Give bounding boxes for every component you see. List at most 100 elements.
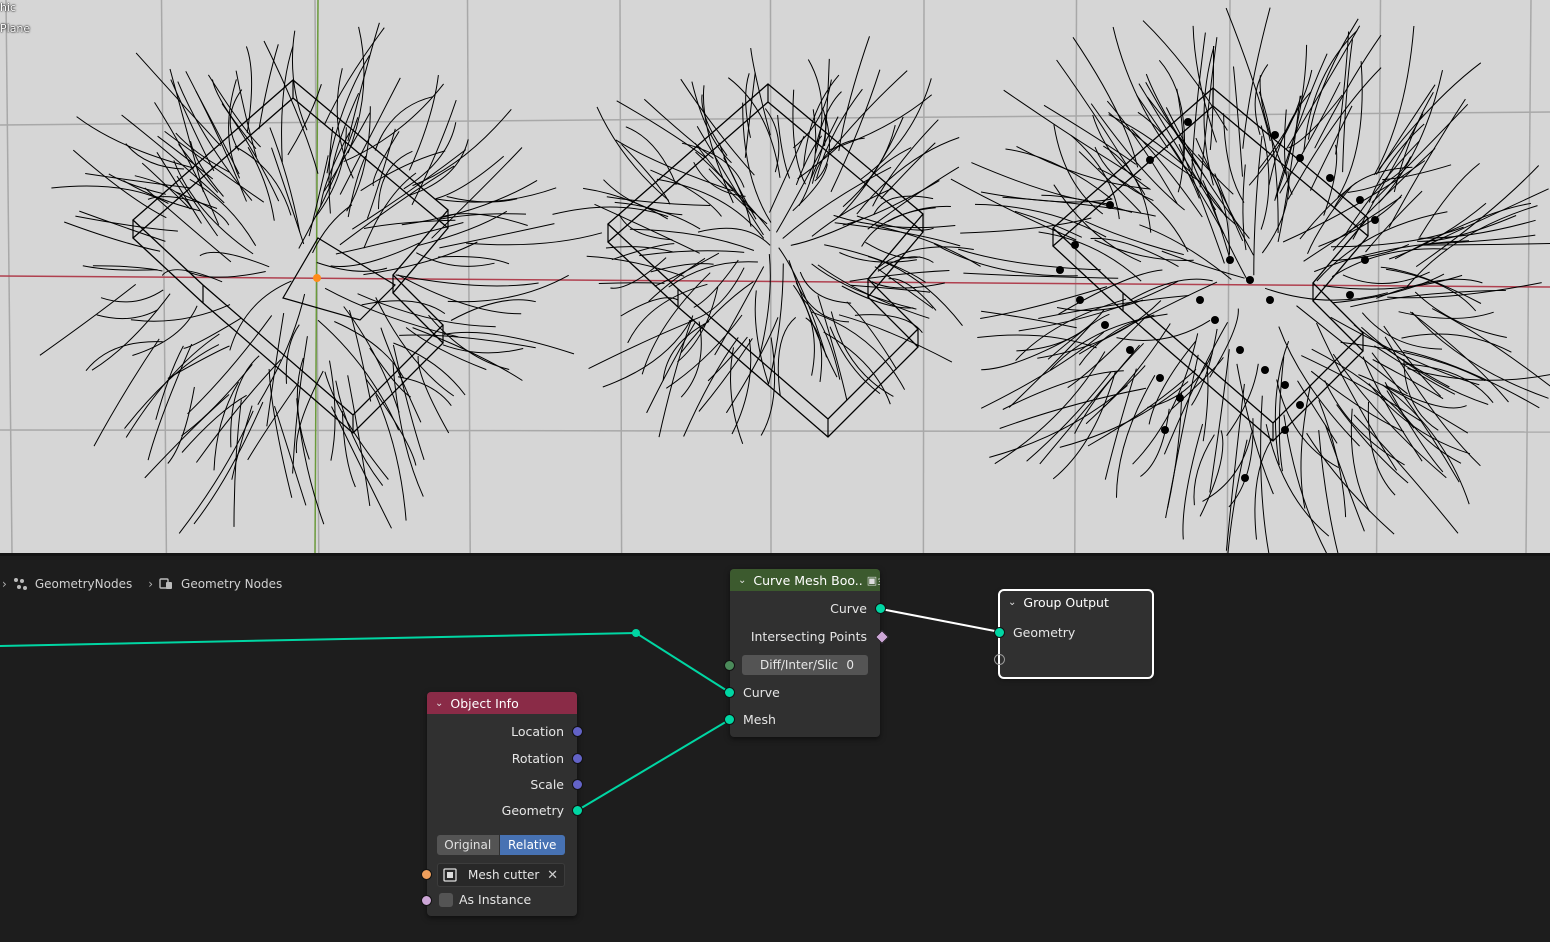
chevron-down-icon[interactable]: ⌄ [738, 575, 746, 586]
input-socket-mesh[interactable] [724, 714, 735, 725]
hair-curve [586, 255, 685, 277]
breadcrumb-item-modifier[interactable]: GeometryNodes [13, 577, 132, 591]
hair-curve [693, 259, 739, 308]
geometry-node-editor[interactable]: › GeometryNodes › Geometry Nodes ⌄ Curve… [0, 556, 1550, 942]
hair-curve [1287, 67, 1382, 200]
hair-curve [1394, 202, 1532, 260]
reroute-node[interactable] [632, 629, 640, 637]
hair-curve [401, 179, 538, 226]
field-value: 0 [846, 658, 854, 672]
output-socket-curve[interactable] [875, 603, 886, 614]
output-socket-location[interactable] [572, 726, 583, 737]
hair-curve [1337, 61, 1363, 199]
input-socket-empty[interactable] [994, 654, 1005, 665]
node-header[interactable]: ⌄ Object Info [427, 692, 577, 714]
hair-curve [199, 251, 270, 268]
hair-curve [1202, 362, 1209, 442]
output-socket-scale[interactable] [572, 779, 583, 790]
output-socket-geometry[interactable] [572, 805, 583, 816]
chevron-right-icon: › [2, 577, 7, 591]
hair-curve [731, 339, 752, 435]
close-icon[interactable]: ✕ [547, 868, 558, 883]
input-socket-geometry[interactable] [994, 627, 1005, 638]
socket-label: Geometry [501, 802, 564, 818]
input-socket-object[interactable] [421, 869, 432, 880]
intersection-point [1241, 474, 1249, 482]
hair-curve [431, 147, 523, 239]
hair-curve [1047, 313, 1110, 360]
group-output-node[interactable]: ⌄ Group Output Geometry [994, 589, 1154, 679]
grid-line [466, 0, 471, 553]
intersection-point [1196, 296, 1204, 304]
3d-viewport[interactable]: hic Plane [0, 0, 1550, 553]
hair-curve [1112, 26, 1169, 149]
hair-curve [347, 375, 371, 506]
breadcrumb: › GeometryNodes › Geometry Nodes [0, 577, 296, 591]
node-header[interactable]: ⌄ Curve Mesh Boo.. ▣ 3 [730, 569, 880, 591]
object-picker-field[interactable]: Mesh cutter ✕ [437, 863, 565, 887]
hair-curve [648, 257, 706, 302]
viewport-canvas[interactable] [0, 0, 1550, 553]
intersection-point [1106, 201, 1114, 209]
hair-curve [1324, 424, 1365, 532]
object-picker-value: Mesh cutter [468, 868, 540, 882]
hair-curve [1260, 125, 1270, 230]
hair-curve [323, 27, 385, 126]
intersection-point [1211, 316, 1219, 324]
hair-curve [1323, 274, 1463, 290]
node-header[interactable]: ⌄ Group Output [1000, 591, 1152, 613]
output-curve: Curve [730, 598, 880, 618]
intersection-point [1281, 426, 1289, 434]
object-info-node[interactable]: ⌄ Object Info Location Rotation Scale Ge… [421, 692, 583, 916]
hair-curve [1104, 368, 1137, 480]
option-original[interactable]: Original [437, 835, 499, 855]
output-socket-rotation[interactable] [572, 753, 583, 764]
intersection-point [1296, 401, 1304, 409]
hair-curve [842, 124, 896, 208]
mode-int-field[interactable]: Diff/Inter/Slic 0 [742, 655, 868, 675]
chevron-down-icon[interactable]: ⌄ [435, 698, 443, 709]
option-relative[interactable]: Relative [499, 835, 565, 855]
hair-curve [1016, 145, 1150, 190]
socket-label: Curve [830, 600, 867, 616]
hair-curve [258, 44, 279, 130]
hair-curve [374, 96, 433, 151]
input-socket-mode[interactable] [724, 660, 735, 671]
hair-curve [1140, 408, 1170, 477]
socket-label: Scale [530, 776, 564, 792]
node-group-icon: ▣ [866, 573, 878, 587]
hair-curve [296, 357, 310, 460]
hair-curve [366, 128, 396, 219]
hair-curve [1199, 430, 1224, 517]
grid-line [1074, 0, 1078, 553]
hair-curve [829, 326, 881, 395]
output-geometry: Geometry [427, 800, 577, 820]
as-instance-checkbox-row[interactable]: As Instance [439, 892, 531, 907]
hair-curve [186, 270, 266, 278]
breadcrumb-item-node-tree[interactable]: Geometry Nodes [159, 577, 282, 591]
curve-mesh-boolean-node[interactable]: ⌄ Curve Mesh Boo.. ▣ 3 Curve Intersectin… [724, 569, 890, 737]
hair-curve [989, 385, 1128, 458]
input-socket-as-instance[interactable] [421, 895, 432, 906]
hair-curve [1165, 107, 1250, 239]
hair-curve [816, 88, 863, 179]
transform-space-toggle[interactable]: Original Relative [437, 835, 565, 855]
grid-line [0, 429, 1550, 433]
hair-curve [343, 83, 444, 163]
chevron-down-icon[interactable]: ⌄ [1008, 597, 1016, 608]
hair-curve [828, 94, 933, 151]
hair-curve [810, 311, 906, 390]
hair-curve [971, 162, 1108, 205]
hair-curve [963, 272, 1119, 279]
hair-curve [247, 382, 300, 461]
hair-curve [397, 274, 522, 315]
hair-curve [1368, 123, 1425, 203]
hair-curve [195, 359, 282, 463]
input-socket-curve[interactable] [724, 687, 735, 698]
as-instance-checkbox[interactable] [439, 892, 453, 907]
hair-curve [745, 73, 751, 138]
hair-curve [1276, 379, 1339, 469]
hair-curve [466, 232, 603, 246]
hair-curve [263, 40, 319, 174]
hair-curve [409, 139, 469, 196]
